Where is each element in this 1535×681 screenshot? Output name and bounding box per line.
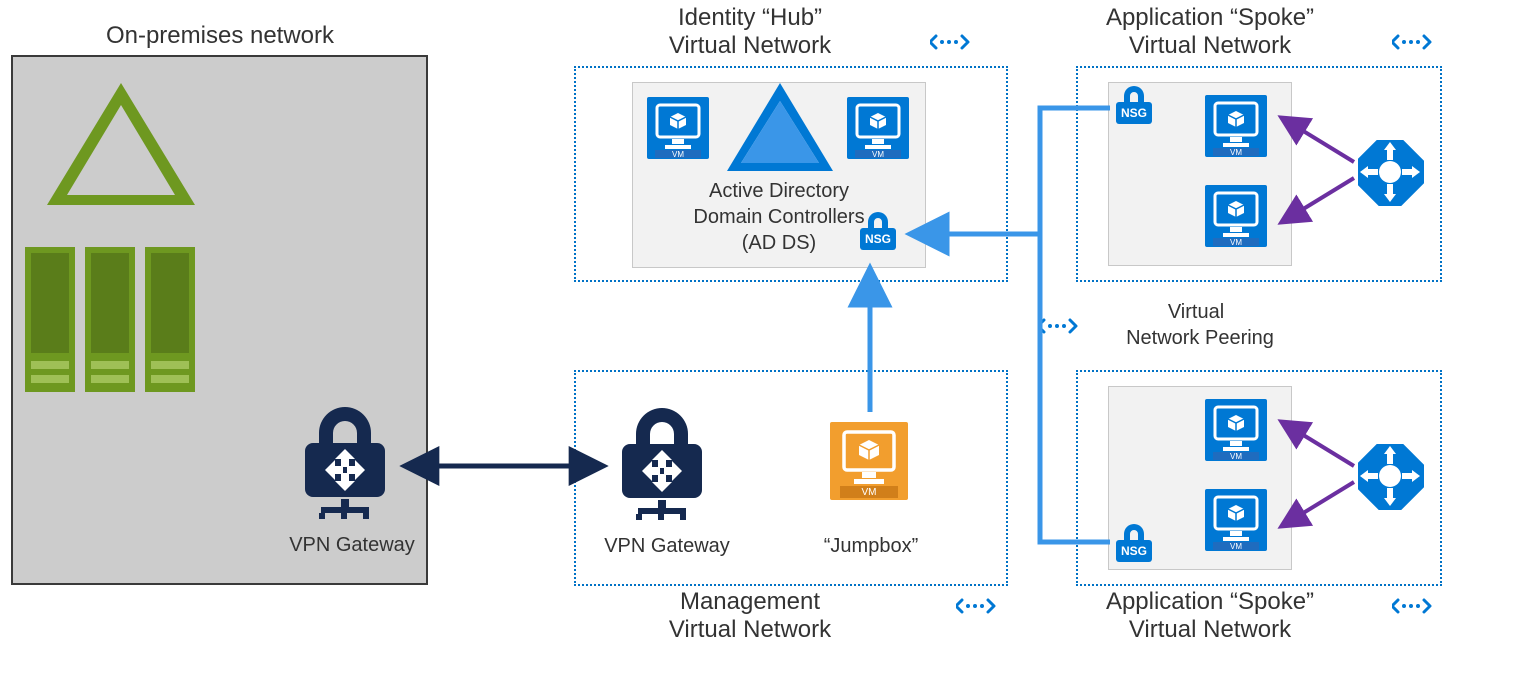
server-rack-icon bbox=[25, 247, 225, 397]
adds-label-1: Active Directory bbox=[633, 179, 925, 203]
spoke-bottom-title: Application “Spoke” Virtual Network bbox=[1055, 588, 1365, 644]
ad-triangle-icon bbox=[723, 79, 837, 179]
onprem-title: On-premises network bbox=[70, 22, 370, 50]
vm-icon bbox=[647, 97, 711, 161]
arrow-vpn-link bbox=[398, 456, 618, 476]
arrow-lb-top bbox=[1270, 100, 1370, 240]
vm-icon bbox=[1205, 185, 1269, 249]
vpn-azure-label: VPN Gateway bbox=[592, 534, 742, 558]
hub-title: Identity “Hub” Virtual Network bbox=[600, 4, 900, 60]
spoke-top-title: Application “Spoke” Virtual Network bbox=[1055, 4, 1365, 60]
vm-icon bbox=[1205, 95, 1269, 159]
nsg-hub-icon bbox=[856, 210, 900, 254]
ad-triangle-onprem-icon bbox=[41, 77, 201, 217]
vpn-onprem-label: VPN Gateway bbox=[277, 533, 427, 557]
peer-icon-hub bbox=[930, 32, 972, 54]
arrow-spokes-to-hub bbox=[900, 96, 1120, 556]
jumpbox-vm-icon bbox=[830, 422, 910, 502]
peer-icon-mgmt bbox=[956, 596, 998, 618]
vm-icon bbox=[1205, 399, 1269, 463]
mgmt-title: Management Virtual Network bbox=[600, 588, 900, 644]
onprem-box: VPN Gateway bbox=[11, 55, 428, 585]
peer-icon-spoke-top bbox=[1392, 32, 1434, 54]
vm-icon bbox=[1205, 489, 1269, 553]
vpn-gateway-onprem-icon bbox=[297, 399, 397, 524]
peer-icon-spoke-bottom bbox=[1392, 596, 1434, 618]
peering-label-1: Virtual bbox=[1096, 300, 1296, 324]
arrow-lb-bottom bbox=[1270, 404, 1370, 544]
arrow-jumpbox-to-hub bbox=[860, 260, 880, 420]
vpn-gateway-azure-icon bbox=[614, 400, 714, 525]
